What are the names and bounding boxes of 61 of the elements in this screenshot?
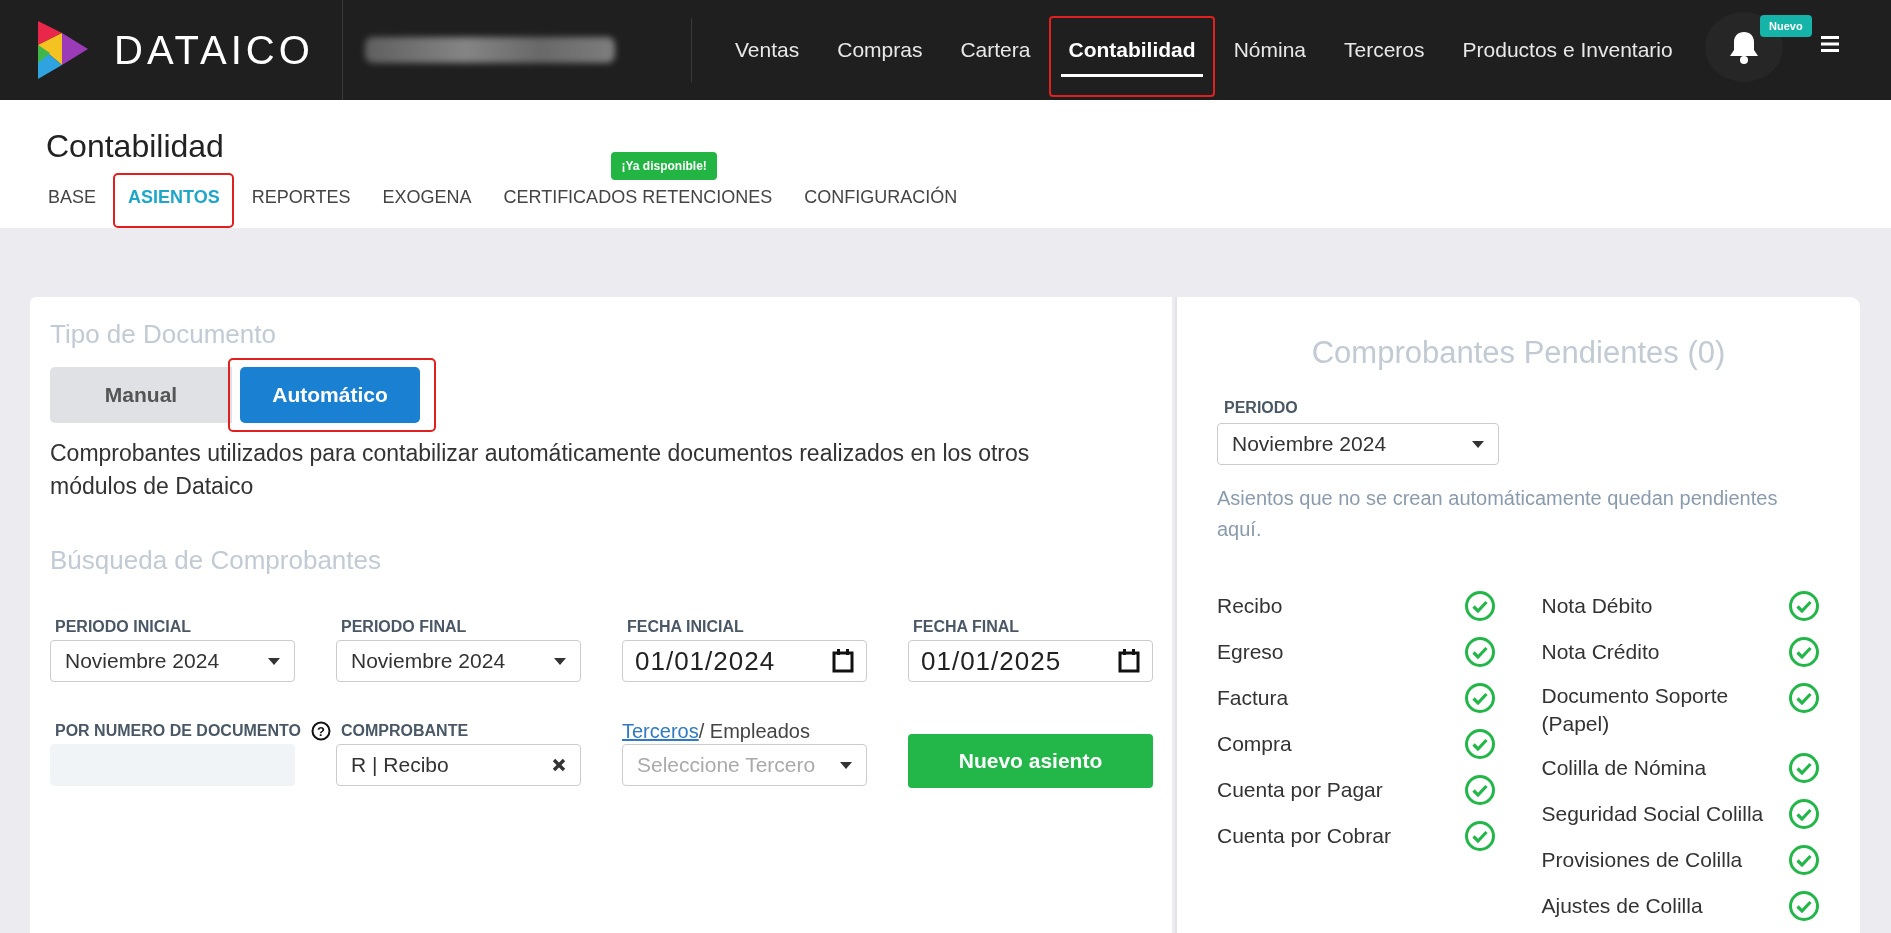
note-text: Asientos que no se crean automáticamente quedan pendientes aquí. [1217, 486, 1779, 542]
select-field[interactable]: Noviembre 2024 [1217, 423, 1499, 465]
bell-icon [1729, 30, 1759, 64]
field-label: / Empleados [698, 719, 810, 743]
panel-title: Comprobantes Pendientes (0) [1310, 335, 1727, 371]
section-tab[interactable]: CONFIGURACIÓN [788, 177, 974, 218]
voucher-type: Recibo [1217, 593, 1284, 619]
date-field[interactable]: 01/01/2025 [908, 640, 1153, 682]
select-field[interactable]: Noviembre 2024 [336, 640, 581, 682]
new-badge: Nuevo [1760, 15, 1812, 37]
field-label: PERIODO [1224, 399, 1299, 417]
available-badge: ¡Ya disponible! [611, 152, 717, 180]
nav-tab[interactable]: Contabilidad [1049, 0, 1215, 100]
nav-tab[interactable]: Terceros [1325, 0, 1444, 100]
section-tab[interactable]: EXOGENA [366, 177, 488, 218]
nav-tab[interactable]: Nómina [1214, 0, 1325, 100]
toggle-option[interactable]: Manual [50, 367, 232, 423]
field-label: POR NUMERO DE DOCUMENTO [55, 722, 301, 740]
voucher-type: Nota Crédito [1541, 639, 1661, 665]
field-label: COMPROBANTE [341, 722, 469, 740]
select-field[interactable]: R | Recibo [336, 744, 581, 786]
voucher-type: Documento Soporte (Papel) [1541, 683, 1730, 737]
section-tab[interactable]: BASE [32, 177, 113, 218]
caret-icon [840, 761, 852, 769]
nav-tab[interactable]: Ventas [716, 0, 819, 100]
date-field[interactable]: 01/01/2024 [622, 640, 867, 682]
voucher-type: Cuenta por Cobrar [1217, 823, 1392, 849]
nav-tab[interactable]: Productos e Inventario [1443, 0, 1692, 100]
section-tab[interactable]: CERTIFICADOS RETENCIONES [487, 177, 789, 218]
voucher-type: Seguridad Social Colilla [1541, 801, 1765, 827]
voucher-type: Ajustes de Colilla [1541, 893, 1704, 919]
toggle-option[interactable]: Automático [240, 367, 420, 423]
menu-icon[interactable] [1821, 36, 1839, 52]
section-heading: Búsqueda de Comprobantes [50, 545, 382, 576]
caret-icon [554, 657, 566, 665]
voucher-type: Nota Débito [1541, 593, 1654, 619]
description-text: Comprobantes utilizados para contabilizar automáticamente documentos realizados en los otros módulos de Dataico [50, 439, 1031, 501]
nav-tab[interactable]: Cartera [941, 0, 1050, 100]
brand-name: DATAICO [114, 27, 314, 73]
voucher-type: Factura [1217, 685, 1290, 711]
calendar-icon[interactable] [1118, 649, 1140, 673]
voucher-type: Provisiones de Colilla [1541, 847, 1744, 873]
section-tab[interactable]: REPORTES [235, 177, 367, 218]
nav-tab[interactable]: Compras [818, 0, 942, 100]
caret-icon [268, 657, 280, 665]
caret-icon [1472, 440, 1484, 448]
page-title: Contabilidad [46, 128, 225, 165]
help-icon[interactable]: ? [310, 721, 331, 741]
calendar-icon[interactable] [832, 649, 854, 673]
voucher-type: Colilla de Nómina [1541, 755, 1708, 781]
voucher-type: Cuenta por Pagar [1217, 777, 1384, 803]
field-label: FECHA INICIAL [627, 618, 744, 636]
voucher-type: Egreso [1217, 639, 1285, 665]
field-label: PERIODO INICIAL [55, 618, 191, 636]
clear-icon[interactable] [552, 758, 566, 772]
voucher-type: Compra [1217, 731, 1293, 757]
section-heading: Tipo de Documento [50, 319, 277, 350]
field-label: PERIODO FINAL [341, 618, 467, 636]
select-field[interactable]: Noviembre 2024 [50, 640, 295, 682]
link[interactable]: Terceros [622, 719, 699, 743]
field-label: FECHA FINAL [913, 618, 1020, 636]
